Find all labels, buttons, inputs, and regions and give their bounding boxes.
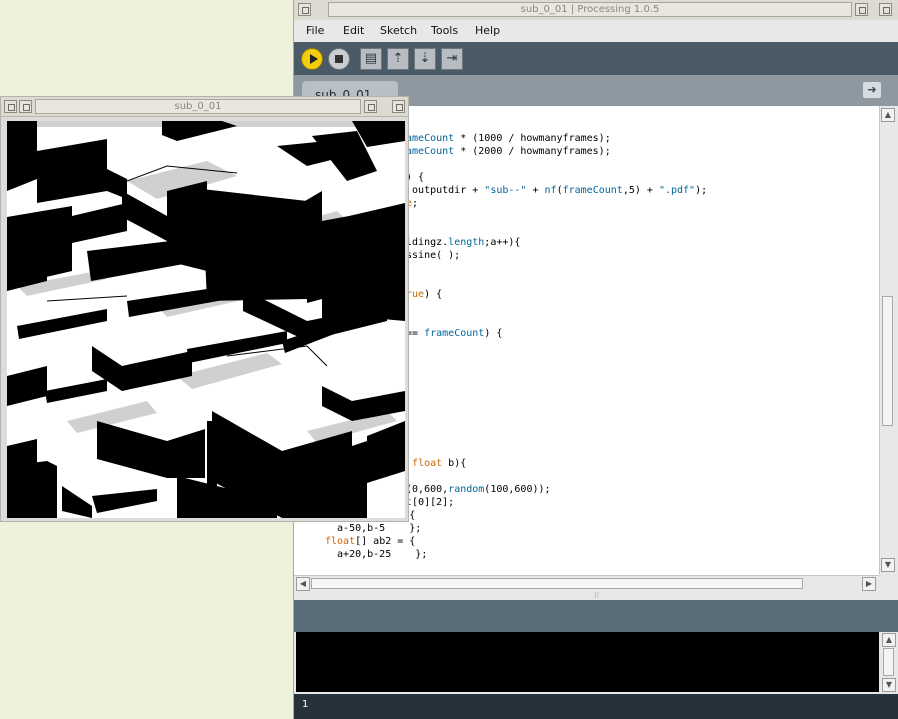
export-button[interactable]: ⇥ xyxy=(441,48,463,70)
code-line: essine( ); xyxy=(400,250,461,261)
open-button[interactable]: ⇡ xyxy=(387,48,409,70)
editor-horizontal-scrollbar[interactable]: ◀ ▶ xyxy=(294,575,879,593)
code-line: true) { xyxy=(400,289,443,300)
code-line: rameCount * (1000 / howmanyframes); xyxy=(400,133,611,144)
sketch-close-icon[interactable] xyxy=(392,100,405,113)
arrow-down-icon: ⇣ xyxy=(419,51,431,66)
code-line: , outputdir + "sub--" + nf(frameCount,5)… xyxy=(400,185,708,196)
sketch-minimize-icon[interactable] xyxy=(364,100,377,113)
scroll-up-icon[interactable]: ▲ xyxy=(881,108,895,122)
window-title: sub_0_01 | Processing 1.0.5 xyxy=(328,2,852,17)
sketch-title-bar[interactable]: sub_0_01 xyxy=(1,97,408,117)
console-scrollbar[interactable]: ▲ ▼ xyxy=(881,632,897,692)
ide-title-bar[interactable]: sub_0_01 | Processing 1.0.5 xyxy=(294,0,898,21)
menu-tools[interactable]: Tools xyxy=(431,24,458,37)
scroll-right-icon[interactable]: ▶ xyxy=(862,577,876,591)
new-file-icon: ▤ xyxy=(364,51,378,66)
save-button[interactable]: ⇣ xyxy=(414,48,436,70)
code-line: a-50,b-5 }; xyxy=(325,523,422,534)
scroll-thumb-horizontal[interactable] xyxy=(311,578,803,589)
code-line: r(0,600,random(100,600)); xyxy=(400,484,551,495)
sketch-canvas[interactable] xyxy=(7,121,405,518)
scroll-thumb[interactable] xyxy=(882,296,893,426)
message-area xyxy=(294,600,898,632)
code-line: , float b){ xyxy=(400,458,467,469)
scroll-left-icon[interactable]: ◀ xyxy=(296,577,310,591)
code-line: e) { xyxy=(400,172,425,183)
scroll-down-icon[interactable]: ▼ xyxy=(881,558,895,572)
line-number-status: 1 xyxy=(294,694,898,719)
sketch-title: sub_0_01 xyxy=(35,99,361,114)
menu-edit[interactable]: Edit xyxy=(343,24,364,37)
console-scroll-down-icon[interactable]: ▼ xyxy=(882,678,896,692)
export-icon: ⇥ xyxy=(446,51,458,66)
code-line: ildingz.length;a++){ xyxy=(400,237,521,248)
menu-file[interactable]: File xyxy=(306,24,324,37)
code-line: == frameCount) { xyxy=(400,328,503,339)
code-line: a+20,b-25 }; xyxy=(325,549,428,560)
toolbar: ▤ ⇡ ⇣ ⇥ xyxy=(294,42,898,75)
code-line: float[] ab2 = { xyxy=(325,536,416,547)
code-line: rameCount * (2000 / howmanyframes); xyxy=(400,146,611,157)
stop-button[interactable] xyxy=(328,48,350,70)
isometric-buildings-render xyxy=(7,121,405,518)
menu-sketch[interactable]: Sketch xyxy=(380,24,417,37)
code-line: ue; xyxy=(400,198,419,209)
console[interactable] xyxy=(296,632,879,692)
menu-help[interactable]: Help xyxy=(475,24,500,37)
run-button[interactable] xyxy=(301,48,323,70)
window-menu-icon[interactable] xyxy=(298,3,311,16)
new-button[interactable]: ▤ xyxy=(360,48,382,70)
minimize-icon[interactable] xyxy=(855,3,868,16)
console-scroll-up-icon[interactable]: ▲ xyxy=(882,633,896,647)
sketch-shade-icon[interactable] xyxy=(19,100,32,113)
editor-vertical-scrollbar[interactable]: ▲ ▼ xyxy=(879,106,896,575)
sketch-window: sub_0_01 xyxy=(0,96,409,522)
arrow-up-icon: ⇡ xyxy=(392,51,404,66)
menu-bar: File Edit Sketch Tools Help xyxy=(294,20,898,43)
code-line: at[0][2]; xyxy=(400,497,455,508)
tab-menu-arrow-icon[interactable]: ➜ xyxy=(863,82,881,98)
sketch-window-menu-icon[interactable] xyxy=(4,100,17,113)
console-scroll-thumb[interactable] xyxy=(883,648,894,676)
split-divider[interactable]: ⁝⁝ xyxy=(294,592,898,600)
maximize-icon[interactable] xyxy=(879,3,892,16)
